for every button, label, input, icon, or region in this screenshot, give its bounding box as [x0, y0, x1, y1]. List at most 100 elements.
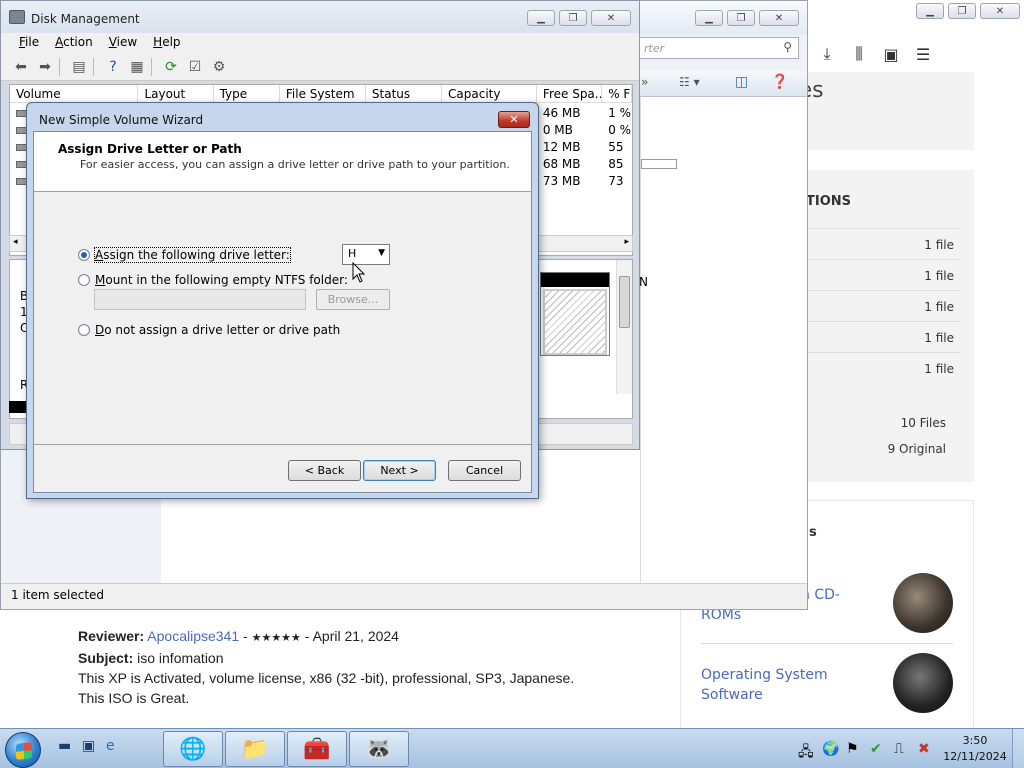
close-button[interactable]: ✕: [498, 111, 530, 128]
cancel-button[interactable]: Cancel: [448, 460, 521, 481]
maximize-button[interactable]: ❐: [727, 10, 755, 26]
wizard-heading: Assign Drive Letter or Path: [58, 142, 242, 156]
help-icon[interactable]: ❓: [771, 74, 788, 90]
drive-letter-select[interactable]: H ▼: [342, 244, 390, 265]
progress-bar: [641, 159, 677, 169]
close-button[interactable]: ✕: [759, 10, 799, 26]
minimize-button[interactable]: ▁: [695, 10, 723, 26]
search-input[interactable]: rter ⚲: [637, 37, 799, 59]
internet-download-manager-button[interactable]: 🌐: [163, 731, 223, 767]
forward-arrow-icon[interactable]: ➡: [35, 57, 55, 77]
minimize-button[interactable]: ▁: [916, 3, 944, 19]
disk-management-icon: [9, 10, 25, 24]
menu-action[interactable]: Action: [47, 33, 101, 53]
download-icon[interactable]: ⤓: [818, 44, 836, 64]
preview-pane-icon[interactable]: ◫: [735, 74, 748, 90]
column-header[interactable]: % F: [602, 85, 632, 102]
wizard-title: New Simple Volume Wizard: [39, 113, 204, 127]
file-row[interactable]: 1 file: [790, 352, 960, 383]
file-row[interactable]: 1 file: [790, 321, 960, 352]
top-card: tes s: [790, 72, 974, 150]
scroll-right-icon[interactable]: ▸: [624, 237, 629, 247]
file-row[interactable]: 1 file: [790, 259, 960, 290]
assign-letter-option[interactable]: Assign the following drive letter:: [78, 247, 291, 263]
properties-icon[interactable]: ▦: [127, 57, 147, 77]
review-header: Reviewer: Apocalipse341 - ★★★★★ - April …: [78, 626, 658, 648]
check-icon[interactable]: ☑: [185, 57, 205, 77]
subject-label: Subject:: [78, 650, 134, 666]
next-button[interactable]: Next >: [363, 460, 436, 481]
chevron-right-icon[interactable]: »: [641, 75, 648, 89]
column-header[interactable]: Layout: [138, 85, 214, 102]
clock[interactable]: 3:50 12/11/2024: [940, 733, 1010, 765]
close-button[interactable]: ✕: [980, 3, 1020, 19]
maximize-button[interactable]: ❐: [948, 3, 976, 19]
file-explorer-button[interactable]: 📁: [225, 731, 285, 767]
assign-letter-label[interactable]: Assign the following drive letter:: [94, 247, 291, 263]
original-files[interactable]: 9 Original: [888, 442, 946, 456]
column-header[interactable]: Free Spa...: [537, 85, 603, 102]
assign-letter-radio[interactable]: [78, 249, 90, 261]
column-header[interactable]: File System: [280, 85, 366, 102]
security-icon[interactable]: ✔: [870, 741, 882, 757]
percent-free-cell: 0 %: [608, 123, 632, 137]
back-arrow-icon[interactable]: ⬅: [11, 57, 31, 77]
switch-windows-icon[interactable]: ▣: [82, 738, 100, 754]
show-desktop-icon[interactable]: ▬: [58, 738, 76, 754]
column-header[interactable]: Volume: [10, 85, 139, 102]
mount-folder-radio[interactable]: [78, 274, 90, 286]
scrollbar-thumb[interactable]: [619, 276, 630, 328]
menu-icon[interactable]: ☰: [914, 45, 932, 64]
file-row[interactable]: 1 file: [790, 228, 960, 259]
scroll-left-icon[interactable]: ◂: [13, 237, 18, 247]
sidebar-icon[interactable]: ▣: [882, 45, 900, 64]
total-files[interactable]: 10 Files: [901, 416, 946, 430]
settings-icon[interactable]: ⚙: [209, 57, 229, 77]
globe-icon[interactable]: 🌍: [822, 741, 839, 757]
subject-text: iso infomation: [133, 650, 224, 666]
no-assign-label[interactable]: Do not assign a drive letter or drive pa…: [95, 323, 340, 337]
file-row[interactable]: 1 file: [790, 290, 960, 321]
show-desktop-button[interactable]: [1012, 729, 1024, 768]
search-icon[interactable]: ⚲: [783, 40, 792, 54]
no-assign-option[interactable]: Do not assign a drive letter or drive pa…: [78, 323, 340, 337]
mount-folder-label[interactable]: Mount in the following empty NTFS folder…: [95, 273, 348, 287]
reviewer-link[interactable]: Apocalipse341: [147, 628, 239, 644]
menu-file[interactable]: File: [11, 33, 47, 53]
network-icon[interactable]: 🖧: [798, 741, 814, 765]
view-options-icon[interactable]: ☷ ▾: [679, 75, 700, 89]
start-button[interactable]: [5, 732, 41, 768]
raccoon-app-icon: 🦝: [365, 736, 393, 762]
column-header[interactable]: Status: [366, 85, 443, 102]
action-center-flag-icon[interactable]: ⚑: [846, 741, 859, 757]
vertical-scrollbar[interactable]: [616, 260, 632, 394]
volume-muted-icon[interactable]: ✖: [918, 741, 930, 757]
maximize-button[interactable]: ❐: [559, 10, 587, 26]
gears-thumbnail[interactable]: [893, 573, 953, 633]
browser-toolbar: ⤓ ⫼ ▣ ☰: [808, 38, 1024, 70]
circuit-thumbnail[interactable]: [893, 653, 953, 713]
mount-folder-option[interactable]: Mount in the following empty NTFS folder…: [78, 273, 348, 287]
review-body-line: This XP is Activated, volume license, x8…: [78, 670, 575, 686]
unallocated-partition[interactable]: [540, 272, 610, 356]
chevron-down-icon[interactable]: ▼: [378, 248, 385, 258]
menu-view[interactable]: View: [101, 33, 145, 53]
console-tree-icon[interactable]: ▤: [69, 57, 89, 77]
internet-download-manager-icon: 🌐: [179, 736, 207, 762]
help-book-icon[interactable]: ?: [103, 57, 123, 77]
disk-management-titlebar[interactable]: Disk Management ▁ ❐ ✕: [1, 1, 639, 33]
internet-explorer-icon[interactable]: e: [106, 738, 124, 754]
column-header[interactable]: Type: [214, 85, 280, 102]
refresh-icon[interactable]: ⟳: [161, 57, 181, 77]
library-icon[interactable]: ⫼: [850, 44, 868, 64]
toolbox-button[interactable]: 🧰: [287, 731, 347, 767]
column-header[interactable]: Capacity: [442, 85, 537, 102]
back-button[interactable]: < Back: [288, 460, 361, 481]
raccoon-app-button[interactable]: 🦝: [349, 731, 409, 767]
free-space-cell: 0 MB: [542, 123, 573, 137]
menu-help[interactable]: Help: [145, 33, 188, 53]
minimize-button[interactable]: ▁: [527, 10, 555, 26]
close-button[interactable]: ✕: [591, 10, 631, 26]
network-status-icon[interactable]: ⎍: [894, 741, 904, 757]
no-assign-radio[interactable]: [78, 324, 90, 336]
